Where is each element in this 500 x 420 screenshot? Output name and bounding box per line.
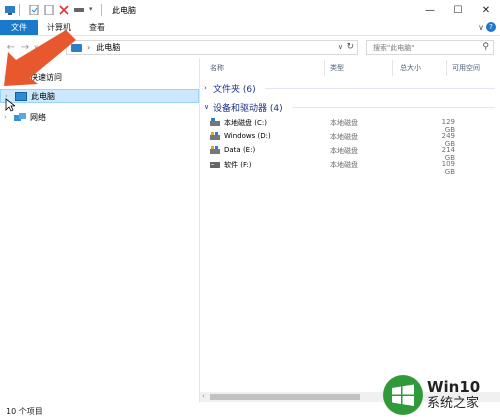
properties-icon[interactable]: [29, 4, 39, 16]
watermark-text: Win10 系统之家: [427, 377, 481, 412]
annotation-arrow-icon: [4, 30, 76, 86]
minimize-button[interactable]: —: [416, 0, 444, 20]
drive-size: 109 GB: [441, 160, 455, 176]
expand-chevron-icon[interactable]: ›: [4, 113, 14, 121]
address-dropdown-icon[interactable]: ∨: [338, 43, 343, 51]
drive-row[interactable]: Windows (D:) 本地磁盘 249 GB: [210, 130, 500, 148]
column-header-name[interactable]: 名称: [210, 58, 224, 78]
column-divider[interactable]: [324, 60, 325, 76]
nav-item-this-pc[interactable]: › 此电脑: [0, 89, 199, 103]
drive-type: 本地磁盘: [330, 119, 358, 127]
help-icon[interactable]: ?: [486, 22, 496, 32]
drive-row[interactable]: 软件 (F:) 本地磁盘 109 GB: [210, 158, 500, 176]
toolbar-divider: [19, 4, 20, 16]
drive-type: 本地磁盘: [330, 147, 358, 155]
column-header-total-size[interactable]: 总大小: [400, 58, 421, 78]
column-header-free-space[interactable]: 可用空间: [452, 58, 480, 78]
nav-item-label: 网络: [30, 112, 46, 122]
close-button[interactable]: ✕: [472, 0, 500, 20]
nav-item-label: 此电脑: [31, 91, 55, 101]
breadcrumb-separator: ›: [87, 43, 91, 52]
scroll-left-icon[interactable]: ‹: [202, 392, 205, 400]
drive-row[interactable]: 本地磁盘 (C:) 本地磁盘 129 GB: [210, 116, 500, 134]
title-bar: ▾ 此电脑 — ☐ ✕: [0, 0, 500, 20]
content-pane: 名称 类型 总大小 可用空间 › 文件夹 (6) ∨ 设备和驱动器 (4) 本地…: [200, 58, 500, 402]
group-divider: [265, 88, 495, 89]
customize-toolbar-icon[interactable]: ▾: [89, 5, 97, 15]
group-label: 设备和驱动器 (4): [213, 103, 283, 114]
search-icon[interactable]: ⚲: [482, 42, 489, 52]
watermark-line1: Win10: [427, 377, 481, 396]
window-title: 此电脑: [112, 5, 136, 15]
mouse-cursor-icon: [5, 98, 15, 112]
breadcrumb-this-pc[interactable]: 此电脑: [96, 42, 120, 53]
item-count: 10 个项目: [6, 406, 43, 416]
address-bar[interactable]: › 此电脑 ∨ ↻: [66, 40, 358, 55]
column-header-type[interactable]: 类型: [330, 58, 344, 78]
navigation-pane: › ★ 快速访问 › 此电脑 › 网络: [0, 58, 199, 402]
new-folder-icon[interactable]: [44, 4, 54, 16]
drive-type: 本地磁盘: [330, 161, 358, 169]
chevron-right-icon[interactable]: ›: [204, 84, 213, 92]
drive-name: 软件 (F:): [224, 161, 252, 169]
toolbar-divider: [101, 4, 102, 16]
watermark: Win10 系统之家: [383, 375, 480, 415]
drive-icon: [210, 132, 220, 140]
group-divider: [292, 107, 495, 108]
column-divider[interactable]: [446, 60, 447, 76]
search-box[interactable]: 搜索"此电脑" ⚲: [366, 40, 494, 55]
explorer-icon[interactable]: [5, 5, 15, 15]
drive-name: 本地磁盘 (C:): [224, 119, 267, 127]
refresh-icon[interactable]: ↻: [346, 42, 354, 52]
network-icon: [14, 112, 26, 122]
group-devices-drives[interactable]: ∨ 设备和驱动器 (4): [204, 100, 283, 114]
chevron-down-icon[interactable]: ∨: [204, 103, 213, 111]
drive-name: Data (E:): [224, 146, 256, 154]
nav-item-network[interactable]: › 网络: [0, 110, 199, 124]
maximize-button[interactable]: ☐: [444, 0, 472, 20]
delete-icon[interactable]: [59, 5, 69, 15]
computer-icon: [15, 91, 27, 101]
window-controls: — ☐ ✕: [416, 0, 500, 20]
drive-type: 本地磁盘: [330, 133, 358, 141]
expand-ribbon-icon[interactable]: ∨: [478, 23, 484, 32]
system-drive-icon: [210, 118, 220, 126]
scrollbar-thumb[interactable]: [210, 394, 360, 400]
windows-logo-icon: [383, 375, 423, 415]
tab-view[interactable]: 查看: [80, 20, 114, 35]
drive-icon: [210, 146, 220, 154]
column-divider[interactable]: [392, 60, 393, 76]
drive-name: Windows (D:): [224, 132, 271, 140]
drive-row[interactable]: Data (E:) 本地磁盘 214 GB: [210, 144, 500, 162]
drive-icon: [210, 160, 220, 168]
search-input[interactable]: 搜索"此电脑": [373, 43, 414, 53]
watermark-line2: 系统之家: [427, 395, 480, 411]
rename-icon[interactable]: [74, 5, 84, 15]
group-label: 文件夹 (6): [213, 84, 256, 95]
group-folders[interactable]: › 文件夹 (6): [204, 81, 256, 95]
